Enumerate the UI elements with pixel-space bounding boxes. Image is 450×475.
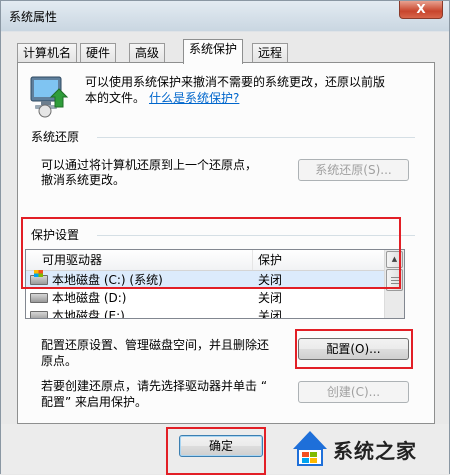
title-bar[interactable]: 系统属性 X bbox=[1, 1, 449, 31]
tab-advanced[interactable]: 高级 bbox=[129, 43, 166, 63]
drive-row[interactable]: 本地磁盘 (E:) 关闭 bbox=[26, 307, 384, 319]
system-properties-window: 系统属性 X 计算机名 硬件 高级 系统保护 远程 可以使用系统保护来撤消不需要… bbox=[0, 0, 450, 475]
system-restore-divider bbox=[97, 137, 415, 138]
create-line-1: 若要创建还原点，请先选择驱动器并单击 “ bbox=[41, 379, 268, 393]
create-line-2: 配置” 来启用保护。 bbox=[41, 395, 148, 409]
drive-name: 本地磁盘 (D:) bbox=[52, 291, 127, 305]
intro-line-1: 可以使用系统保护来撤消不需要的系统更改，还原以前版 bbox=[85, 75, 386, 89]
highlight-box-ok bbox=[166, 427, 266, 475]
highlight-box-configure bbox=[295, 329, 413, 369]
intro-line-2: 本的文件。 什么是系统保护? bbox=[85, 90, 239, 106]
intro-line-2-text: 本的文件。 bbox=[85, 91, 146, 105]
watermark-logo-icon bbox=[293, 431, 327, 466]
restore-line-2: 撤消系统更改。 bbox=[41, 173, 126, 187]
tab-hardware[interactable]: 硬件 bbox=[80, 43, 117, 63]
create-button[interactable]: 创建(C)... bbox=[298, 381, 409, 403]
hard-drive-icon bbox=[30, 293, 48, 303]
tab-computer-name[interactable]: 计算机名 bbox=[17, 43, 78, 63]
highlight-box-protection-settings bbox=[21, 217, 401, 289]
what-is-system-protection-link[interactable]: 什么是系统保护? bbox=[149, 91, 239, 105]
hard-drive-icon bbox=[30, 311, 48, 318]
drive-name: 本地磁盘 (E:) bbox=[52, 309, 125, 319]
drive-protection-status: 关闭 bbox=[258, 309, 283, 319]
window-title: 系统属性 bbox=[9, 10, 58, 24]
system-protection-icon bbox=[30, 76, 69, 118]
restore-line-1: 可以通过将计算机还原到上一个还原点， bbox=[41, 158, 258, 172]
configure-line-2: 原点。 bbox=[41, 354, 78, 368]
close-button[interactable]: X bbox=[399, 1, 443, 19]
configure-line-1: 配置还原设置、管理磁盘空间，并且删除还 bbox=[41, 338, 270, 352]
tab-system-protection[interactable]: 系统保护 bbox=[183, 39, 244, 64]
drive-row[interactable]: 本地磁盘 (D:) 关闭 bbox=[26, 289, 384, 307]
system-restore-button[interactable]: 系统还原(S)... bbox=[298, 159, 409, 181]
tab-remote[interactable]: 远程 bbox=[252, 43, 289, 63]
drive-protection-status: 关闭 bbox=[258, 291, 283, 305]
watermark: 系统之家 bbox=[283, 421, 450, 475]
watermark-text: 系统之家 bbox=[333, 439, 417, 463]
system-restore-heading: 系统还原 bbox=[31, 130, 80, 144]
